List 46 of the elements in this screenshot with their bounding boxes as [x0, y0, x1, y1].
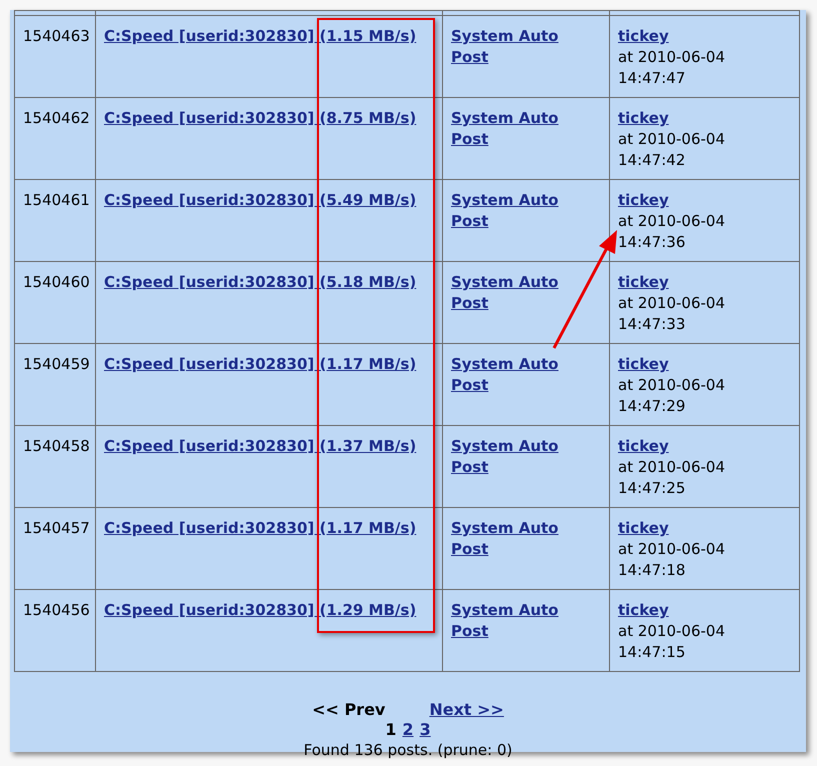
user-link[interactable]: tickey: [618, 601, 669, 619]
user-link[interactable]: tickey: [618, 273, 669, 291]
post-count: Found 136 posts. (prune: 0): [302, 740, 514, 760]
next-link[interactable]: Next >>: [429, 700, 504, 720]
post-subject-link[interactable]: C:Speed [userid:302830] (5.18 MB/s): [104, 273, 416, 291]
page-link[interactable]: 2: [402, 720, 414, 740]
post-date: at 2010-06-04: [618, 539, 726, 560]
user-link[interactable]: tickey: [618, 27, 669, 45]
post-id: 1540456: [23, 601, 90, 619]
user-link[interactable]: tickey: [618, 191, 669, 209]
post-subject-link[interactable]: C:Speed [userid:302830] (1.29 MB/s): [104, 601, 416, 619]
post-subject-link[interactable]: C:Speed [userid:302830] (8.75 MB/s): [104, 109, 416, 127]
post-id: 1540461: [23, 191, 90, 209]
post-subject-link[interactable]: C:Speed [userid:302830] (1.37 MB/s): [104, 437, 416, 455]
post-subject-link[interactable]: C:Speed [userid:302830] (1.17 MB/s): [104, 519, 416, 537]
post-subject-link[interactable]: C:Speed [userid:302830] (1.17 MB/s): [104, 355, 416, 373]
current-page: 1: [385, 720, 396, 740]
post-date: at 2010-06-04: [618, 293, 726, 314]
post-date: at 2010-06-04: [618, 47, 726, 68]
post-time: 14:47:33: [618, 314, 686, 335]
post-subject-link[interactable]: C:Speed [userid:302830] (5.49 MB/s): [104, 191, 416, 209]
post-subject-link[interactable]: C:Speed [userid:302830] (1.15 MB/s): [104, 27, 416, 45]
post-time: 14:47:42: [618, 150, 686, 171]
post-time: 14:47:25: [618, 478, 686, 499]
post-id: 1540462: [23, 109, 90, 127]
user-link[interactable]: tickey: [618, 519, 669, 537]
post-time: 14:47:47: [618, 68, 686, 89]
post-id: 1540463: [23, 27, 90, 45]
page-link[interactable]: 3: [420, 720, 431, 740]
post-date: at 2010-06-04: [618, 375, 726, 396]
post-id: 1540458: [23, 437, 90, 455]
post-time: 14:47:36: [618, 232, 686, 253]
post-id: 1540460: [23, 273, 90, 291]
post-date: at 2010-06-04: [618, 129, 726, 150]
post-time: 14:47:29: [618, 396, 686, 417]
post-time: 14:47:18: [618, 560, 686, 581]
post-date: at 2010-06-04: [618, 457, 726, 478]
post-date: at 2010-06-04: [618, 211, 726, 232]
user-link[interactable]: tickey: [618, 355, 669, 373]
user-link[interactable]: tickey: [618, 109, 669, 127]
post-time: 14:47:15: [618, 642, 686, 663]
post-date: at 2010-06-04: [618, 621, 726, 642]
post-id: 1540457: [23, 519, 90, 537]
post-id: 1540459: [23, 355, 90, 373]
prev-label: << Prev: [312, 700, 386, 720]
user-link[interactable]: tickey: [618, 437, 669, 455]
